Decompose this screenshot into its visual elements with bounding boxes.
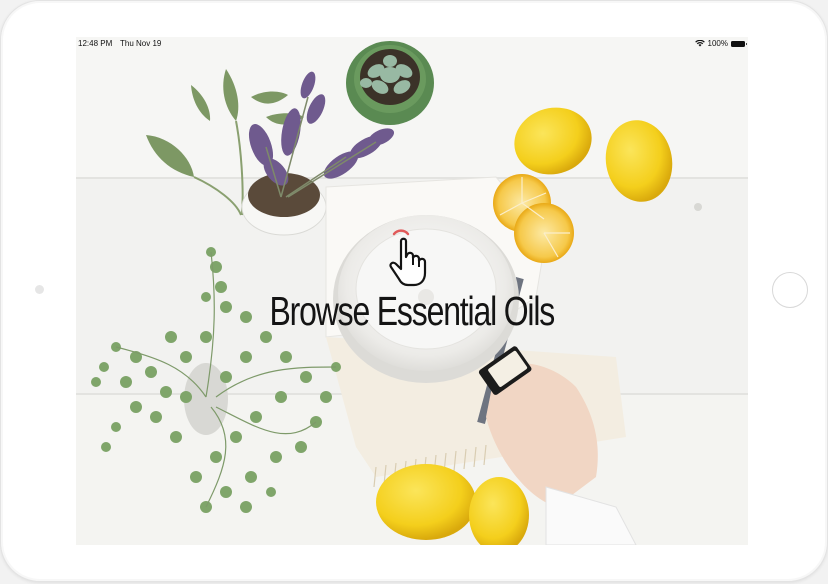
battery-icon [731, 40, 747, 47]
app-screen: 12:48 PM Thu Nov 19 100% Browse Essentia… [76, 37, 748, 545]
status-indicators: 100% [694, 39, 747, 48]
tablet-frame: 12:48 PM Thu Nov 19 100% Browse Essentia… [0, 0, 828, 582]
status-time: 12:48 PM [78, 39, 113, 48]
wifi-icon [694, 40, 705, 47]
status-date: Thu Nov 19 [120, 39, 162, 48]
status-bar: 12:48 PM Thu Nov 19 100% [76, 37, 748, 51]
browse-essential-oils-title[interactable]: Browse Essential Oils [150, 291, 674, 332]
front-camera [35, 285, 44, 294]
battery-percentage: 100% [707, 39, 728, 48]
tap-hand-icon[interactable] [382, 227, 438, 289]
home-button[interactable] [772, 272, 808, 308]
